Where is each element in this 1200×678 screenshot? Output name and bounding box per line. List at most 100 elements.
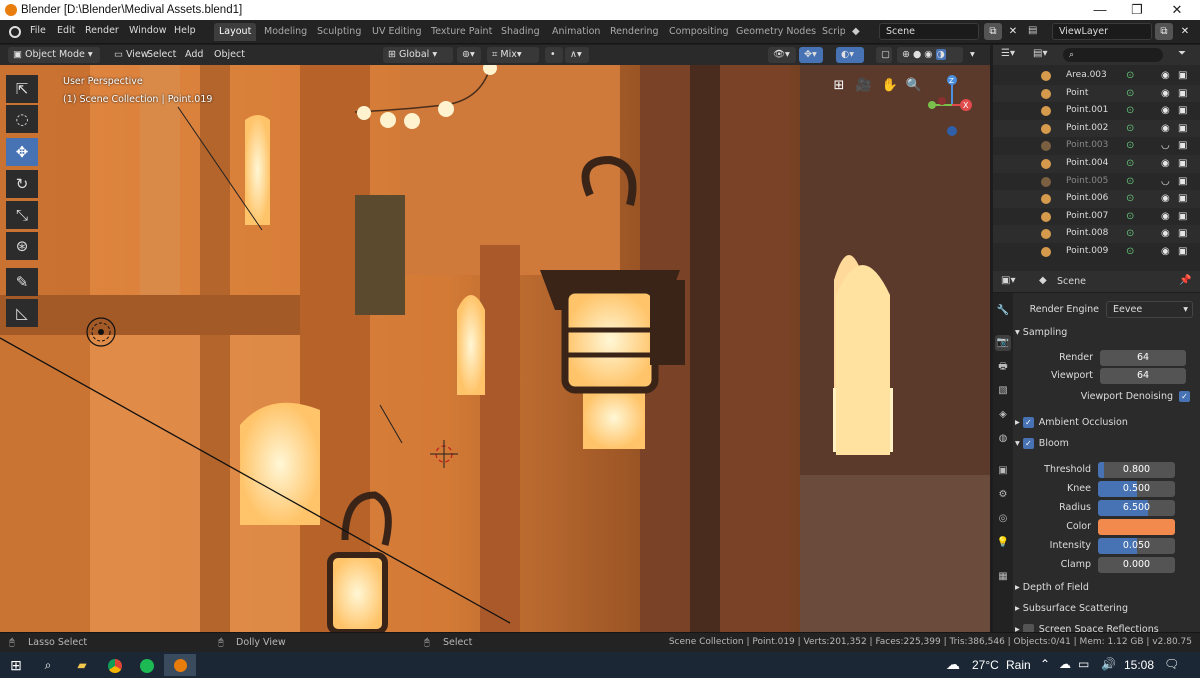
tab-animation[interactable]: Animation (547, 23, 605, 41)
viewport-samples-field[interactable]: 64 (1100, 368, 1186, 384)
eye-icon[interactable]: ◉ (1161, 243, 1170, 261)
transform-orientation-dropdown[interactable]: ⊞ Global ▾ (383, 47, 453, 63)
volume-icon[interactable]: 🔊 (1101, 657, 1116, 671)
scene-field[interactable]: Scene (879, 23, 979, 40)
sampling-panel-header[interactable]: ▾ Sampling (1015, 323, 1198, 343)
light-data-icon[interactable]: ⊙ (1126, 243, 1134, 261)
transform-tool-icon[interactable]: ⊛ (6, 232, 38, 260)
outliner-row[interactable]: Point.001 ⊙ ◉ ▣ (993, 102, 1200, 120)
subsurface-scattering-panel-header[interactable]: ▸ Subsurface Scattering (1015, 599, 1198, 619)
viewport-denoising-checkbox[interactable]: ✓ (1179, 391, 1190, 402)
bloom-threshold-slider[interactable]: 0.800 (1098, 462, 1175, 478)
ambient-occlusion-panel-header[interactable]: ▸ ✓ Ambient Occlusion (1015, 413, 1198, 433)
new-scene-button[interactable]: ⧉ (984, 23, 1002, 40)
editor-type-icon[interactable]: ▣▾ (1001, 275, 1015, 286)
outliner-row[interactable]: Point ⊙ ◉ ▣ (993, 84, 1200, 103)
menu-edit[interactable]: Edit (57, 25, 75, 36)
outliner-row[interactable]: Point.003 ⊙ ◡ ▣ (993, 137, 1200, 155)
eye-icon[interactable]: ◉ (1161, 225, 1170, 243)
snap-dropdown[interactable]: ⌗ Mix▾ (487, 47, 539, 63)
light-data-icon[interactable]: ⊙ (1126, 190, 1134, 208)
light-data-icon[interactable]: ⊙ (1126, 102, 1134, 120)
new-viewlayer-button[interactable]: ⧉ (1155, 23, 1173, 40)
notification-icon[interactable]: 🗨 (1164, 657, 1179, 671)
data-tab-icon[interactable]: 💡 (995, 535, 1011, 551)
render-camera-icon[interactable]: ▣ (1178, 208, 1187, 226)
tab-texture-paint[interactable]: Texture Paint (426, 23, 497, 41)
spotify-icon[interactable] (137, 656, 157, 674)
delete-viewlayer-icon[interactable]: ✕ (1176, 23, 1194, 40)
proportional-editing-button[interactable]: • (545, 47, 563, 63)
scene-tab-icon[interactable]: ◈ (995, 407, 1011, 423)
bloom-clamp-slider[interactable]: 0.000 (1098, 557, 1175, 573)
grid-view-icon[interactable]: ⊞ (828, 75, 850, 97)
add-menu[interactable]: Add (181, 47, 207, 63)
funnel-icon[interactable]: ⏷ (1178, 48, 1186, 59)
menu-render[interactable]: Render (85, 25, 119, 36)
shading-modes[interactable]: ⊕ ● ◉ ◑ (897, 47, 963, 63)
tab-sculpting[interactable]: Sculpting (312, 23, 366, 41)
eye-closed-icon[interactable]: ◡ (1161, 173, 1170, 191)
menu-file[interactable]: File (30, 25, 46, 36)
eye-icon[interactable]: ◉ (1161, 102, 1170, 120)
navigation-gizmo[interactable]: Z X (922, 75, 982, 145)
display-mode-icon[interactable]: ☰▾ (1001, 48, 1015, 59)
bloom-checkbox[interactable]: ✓ (1022, 438, 1034, 449)
annotate-tool-icon[interactable]: ✎ (6, 268, 38, 296)
windows-start-icon[interactable]: ⊞ (6, 656, 26, 674)
light-data-icon[interactable]: ⊙ (1126, 173, 1134, 191)
render-camera-icon[interactable]: ▣ (1178, 102, 1187, 120)
tab-uv-editing[interactable]: UV Editing (367, 23, 427, 41)
object-mode-dropdown[interactable]: ▣ Object Mode ▾ (8, 47, 100, 63)
eye-icon[interactable]: ◉ (1161, 85, 1170, 103)
render-engine-dropdown[interactable]: Eevee ▾ (1106, 301, 1193, 318)
outliner-row[interactable]: Point.007 ⊙ ◉ ▣ (993, 208, 1200, 226)
select-menu[interactable]: Select (143, 47, 180, 63)
tab-geometry-nodes[interactable]: Geometry Nodes (731, 23, 821, 41)
tab-modeling[interactable]: Modeling (259, 23, 312, 41)
blender-menu-icon[interactable] (9, 26, 21, 38)
close-button[interactable]: ✕ (1157, 1, 1197, 19)
minimize-button[interactable]: — (1080, 1, 1120, 19)
render-camera-icon[interactable]: ▣ (1178, 85, 1187, 103)
xray-toggle[interactable]: ▢ (876, 47, 892, 63)
render-camera-icon[interactable]: ▣ (1178, 137, 1187, 155)
render-camera-icon[interactable]: ▣ (1178, 190, 1187, 208)
tab-scripting[interactable]: Script (817, 23, 845, 41)
light-data-icon[interactable]: ⊙ (1126, 67, 1134, 85)
blender-taskbar-icon[interactable] (164, 654, 196, 676)
3d-viewport[interactable]: ⇱ ◌ ✥ ↻ ⤡ ⊛ ✎ ◺ User Perspective (1) Sce… (0, 65, 990, 632)
tab-rendering[interactable]: Rendering (605, 23, 664, 41)
eye-icon[interactable]: ◉ (1161, 190, 1170, 208)
view-layer-tab-icon[interactable]: ▧ (995, 383, 1011, 399)
outliner-row[interactable]: Point.004 ⊙ ◉ ▣ (993, 155, 1200, 173)
render-tab-icon[interactable]: 📷 (995, 335, 1011, 351)
output-tab-icon[interactable]: 🖶 (995, 359, 1011, 375)
render-camera-icon[interactable]: ▣ (1178, 243, 1187, 261)
tool-tab-icon[interactable]: 🔧 (995, 303, 1011, 319)
eye-icon[interactable]: ◉ (1161, 155, 1170, 173)
pan-view-icon[interactable]: ✋ (879, 75, 901, 97)
tab-shading[interactable]: Shading (496, 23, 545, 41)
light-data-icon[interactable]: ⊙ (1126, 208, 1134, 226)
outliner-row[interactable]: Point.009 ⊙ ◉ ▣ (993, 243, 1200, 261)
render-camera-icon[interactable]: ▣ (1178, 225, 1187, 243)
render-camera-icon[interactable]: ▣ (1178, 173, 1187, 191)
camera-view-icon[interactable]: 🎥 (853, 75, 875, 97)
light-data-icon[interactable]: ⊙ (1126, 155, 1134, 173)
bloom-color-swatch[interactable] (1098, 519, 1175, 535)
outliner-row[interactable]: Point.005 ⊙ ◡ ▣ (993, 173, 1200, 191)
pivot-dropdown[interactable]: ⊚▾ (457, 47, 481, 63)
world-tab-icon[interactable]: ◍ (995, 431, 1011, 447)
chrome-icon[interactable] (105, 656, 125, 674)
pin-icon[interactable]: 📌 (1179, 275, 1191, 286)
light-data-icon[interactable]: ⊙ (1126, 85, 1134, 103)
menu-window[interactable]: Window (129, 25, 166, 36)
eye-icon[interactable]: ◉ (1161, 208, 1170, 226)
eye-closed-icon[interactable]: ◡ (1161, 137, 1170, 155)
move-tool-icon[interactable]: ✥ (6, 138, 38, 166)
weather-icon[interactable]: ☁ (946, 656, 960, 673)
select-tool-icon[interactable]: ◌ (6, 105, 38, 133)
render-camera-icon[interactable]: ▣ (1178, 67, 1187, 85)
filter-icon[interactable]: ▤▾ (1033, 48, 1047, 59)
